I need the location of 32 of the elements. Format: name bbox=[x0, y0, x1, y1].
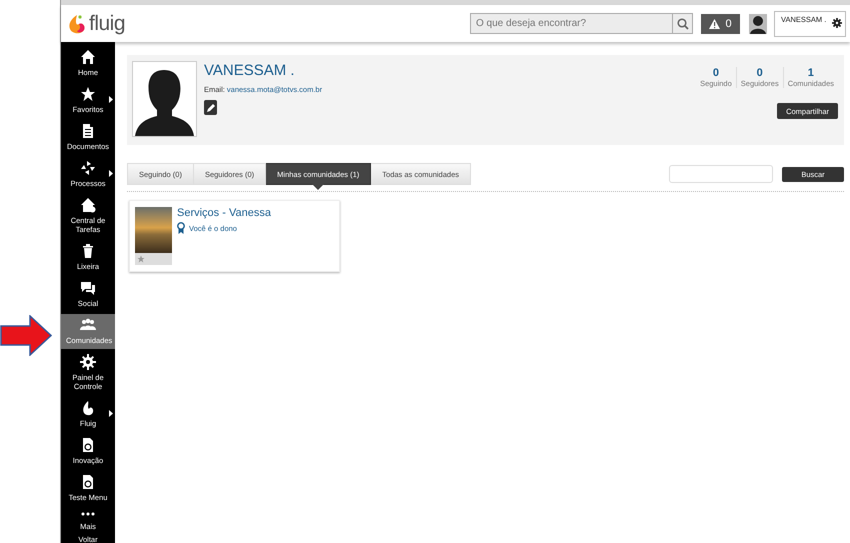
alerts-button[interactable]: 0 bbox=[701, 14, 740, 34]
tab-pointer bbox=[312, 184, 324, 190]
logo-icon bbox=[67, 12, 87, 34]
search-field[interactable]: O que deseja encontrar? bbox=[470, 13, 672, 34]
arrows-icon bbox=[80, 160, 96, 176]
trash-icon bbox=[80, 243, 96, 259]
user-avatar[interactable] bbox=[749, 14, 767, 34]
people-icon bbox=[80, 317, 96, 333]
search-button[interactable] bbox=[672, 13, 693, 34]
star-icon bbox=[80, 86, 96, 102]
community-name[interactable]: Serviços - Vanessa bbox=[177, 207, 271, 219]
star-icon[interactable] bbox=[137, 255, 145, 263]
document-icon bbox=[80, 474, 96, 490]
ribbon-icon bbox=[177, 222, 185, 234]
documents-icon bbox=[80, 123, 96, 139]
stat-value[interactable]: 0 bbox=[712, 67, 719, 79]
home-icon bbox=[80, 49, 96, 65]
document-icon bbox=[80, 437, 96, 453]
photo-placeholder bbox=[135, 207, 172, 253]
warning-icon bbox=[709, 18, 720, 28]
logo-text: fluig bbox=[89, 12, 126, 36]
stat-value[interactable]: 1 bbox=[808, 67, 814, 79]
settings-icon[interactable] bbox=[832, 18, 842, 28]
profile-name: VANESSAM . bbox=[204, 62, 296, 79]
pencil-icon bbox=[206, 104, 214, 112]
gear-icon bbox=[80, 354, 96, 370]
house-clock-icon bbox=[80, 197, 96, 213]
stat-value[interactable]: 0 bbox=[756, 67, 763, 79]
edit-button[interactable] bbox=[204, 100, 217, 115]
chat-icon bbox=[80, 280, 96, 296]
search-icon bbox=[676, 18, 688, 30]
annotation-arrow bbox=[0, 315, 52, 356]
